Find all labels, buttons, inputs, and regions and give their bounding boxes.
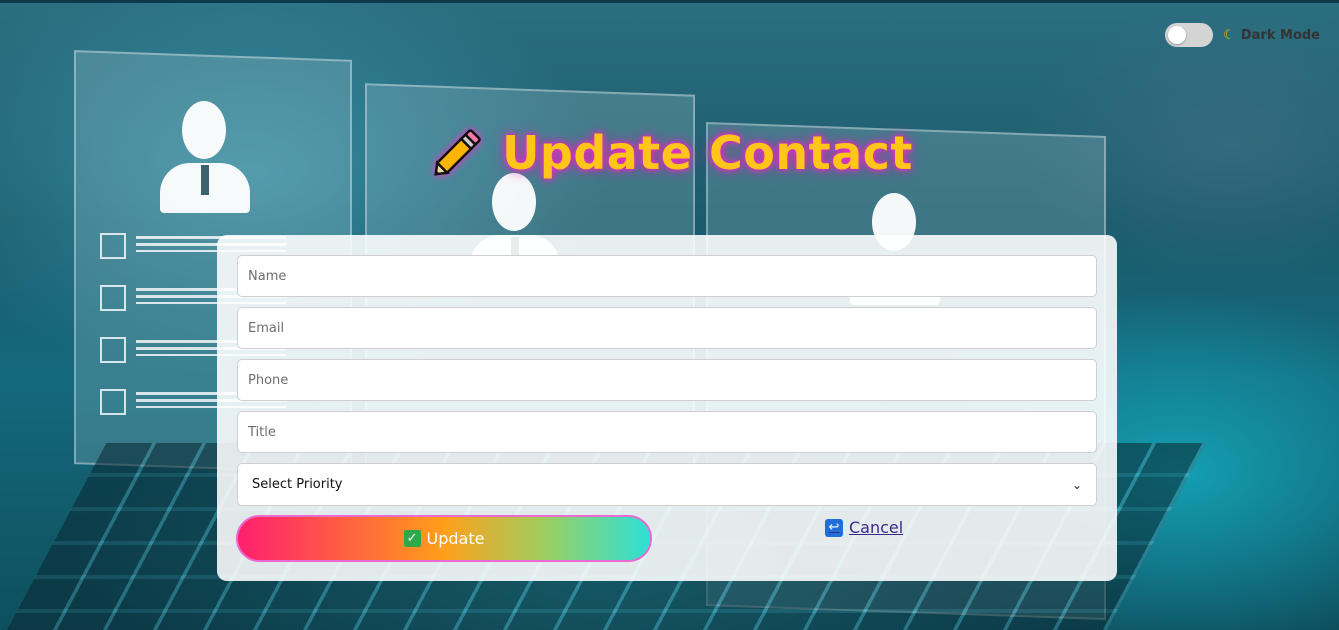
chevron-down-icon: ⌄ [1071, 477, 1082, 492]
dark-mode-switch[interactable] [1165, 23, 1214, 47]
pencil-icon [426, 122, 488, 184]
phone-input[interactable] [237, 359, 1097, 401]
title-input[interactable] [237, 411, 1097, 453]
priority-select[interactable]: Select Priority ⌄ [237, 463, 1097, 506]
check-mark-icon: ✓ [403, 530, 421, 547]
update-contact-form: Select Priority ⌄ ✓ Update ↩ Cancel [217, 235, 1117, 581]
return-arrow-icon: ↩ [825, 518, 843, 537]
email-input[interactable] [237, 307, 1097, 349]
dark-mode-toggle-group: ☾ Dark Mode [1165, 23, 1320, 47]
dark-mode-label: Dark Mode [1240, 27, 1320, 43]
cancel-link-label: Cancel [849, 518, 904, 537]
update-button[interactable]: ✓ Update [236, 515, 652, 562]
cancel-link[interactable]: ↩ Cancel [825, 518, 903, 537]
switch-knob [1168, 26, 1187, 44]
name-input[interactable] [237, 255, 1097, 297]
update-button-label: Update [426, 529, 485, 548]
page-title: Update Contact [502, 126, 913, 180]
page-title-group: Update Contact [0, 122, 1339, 184]
dark-mode-label-group: ☾ Dark Mode [1223, 28, 1320, 43]
priority-select-value: Select Priority [252, 477, 343, 492]
crescent-moon-icon: ☾ [1223, 27, 1235, 43]
